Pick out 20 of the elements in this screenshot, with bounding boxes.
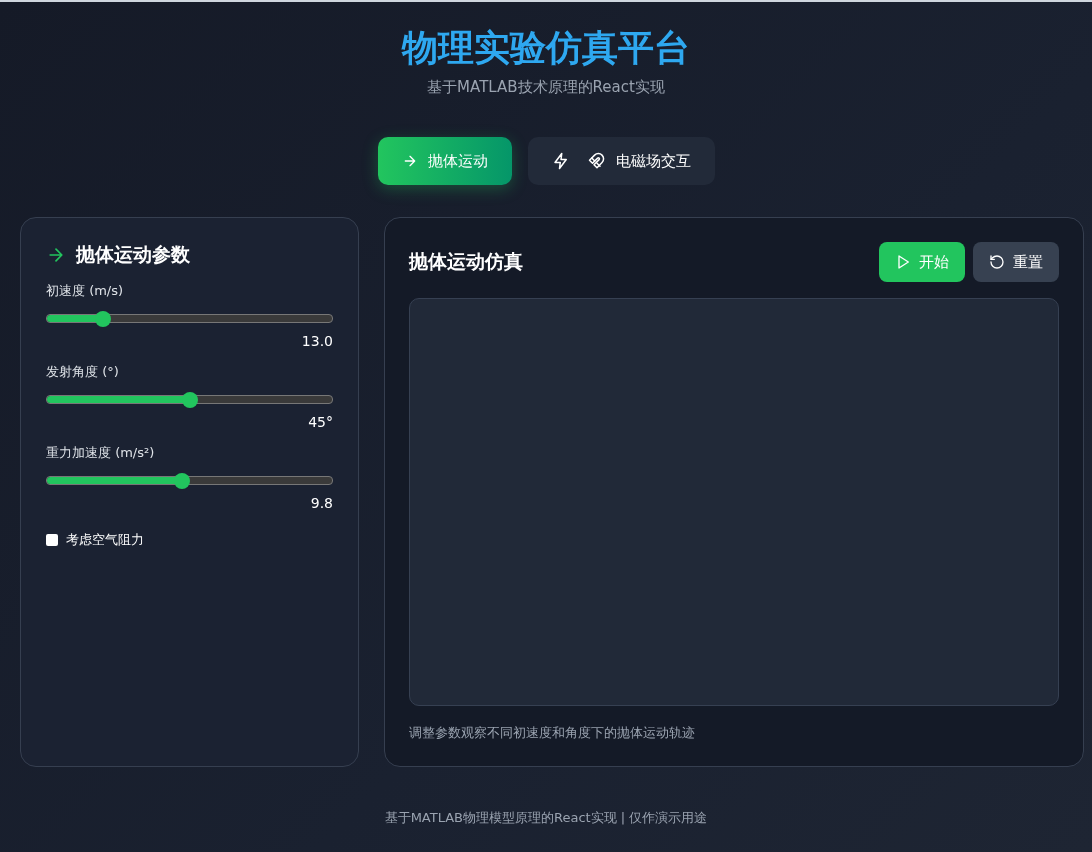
slider-value: 9.8 <box>310 495 333 511</box>
slider-label: 发射角度 (°) <box>46 363 120 381</box>
reset-icon <box>989 254 1005 270</box>
tab[interactable]: 电磁场交互 <box>527 137 715 185</box>
page-title: 物理实验仿真平台 <box>400 26 691 70</box>
slider-label: 初速度 (m/s) <box>46 282 125 300</box>
slider-label: 重力加速度 (m/s²) <box>46 444 156 462</box>
play-icon <box>895 254 911 270</box>
slider-value: 45° <box>308 414 333 430</box>
panel-title: 抛体运动仿真 <box>409 249 523 274</box>
footer-text: 基于MATLAB物理模型原理的React实现 | 仅作演示用途 <box>384 810 708 825</box>
lightning-icon <box>551 152 570 170</box>
page-subtitle: 基于MATLAB技术原理的React实现 <box>426 78 666 97</box>
caption: 调整参数观察不同初速度和角度下的抛体运动轨迹 <box>409 724 696 742</box>
magnet-icon <box>587 152 606 170</box>
checkbox-label: 考虑空气阻力 <box>66 531 144 549</box>
slider-value: 13.0 <box>301 333 333 349</box>
checkbox[interactable] <box>46 534 58 546</box>
panel-title: 抛体运动参数 <box>76 242 190 267</box>
reset-button[interactable]: 重置 <box>973 242 1059 282</box>
